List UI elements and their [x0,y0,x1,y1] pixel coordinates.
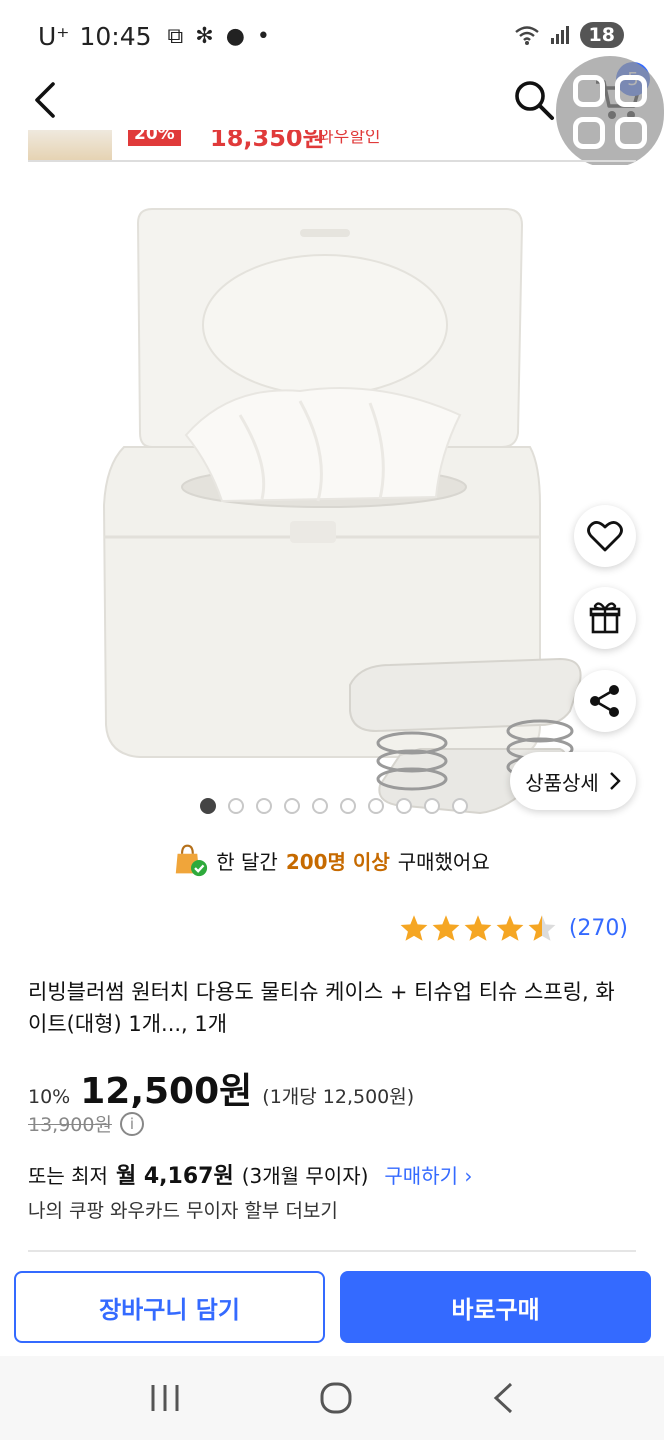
status-left: U⁺ 10:45 ⧉ ✻ ● • [38,22,270,51]
peek-discount-badge: 20% [128,130,181,146]
carrier-label: U⁺ [38,21,70,51]
star-icon [400,915,428,941]
status-time: 10:45 [79,21,152,51]
carousel-dot[interactable] [256,798,272,814]
banner-prefix: 한 달간 [216,849,278,874]
shopping-bag-check-icon [176,844,208,877]
home-icon[interactable] [319,1381,353,1415]
star-rating [399,914,557,942]
fan-icon: ✻ [195,23,214,49]
peek-wow-label: 와우할인 [318,130,381,147]
unit-price: (1개당 12,500원) [262,1086,415,1108]
purchase-count-banner: 한 달간 200명 이상 구매했어요 [0,838,664,882]
product-image-carousel[interactable] [0,165,664,830]
price-row: 10% 12,500원 (1개당 12,500원) [28,1062,414,1114]
back-nav-icon[interactable] [491,1381,515,1415]
search-button[interactable] [510,74,558,126]
search-icon [515,81,554,120]
rating-summary[interactable]: (270) [399,914,628,942]
card-promo-link[interactable]: 나의 쿠팡 와우카드 무이자 할부 더보기 [28,1196,338,1223]
gift-button[interactable] [574,587,636,649]
chevron-right-icon [609,772,621,790]
product-title: 리빙블러썸 원터치 다용도 물티슈 케이스 + 티슈업 티슈 스프링, 화이트(… [28,980,615,1036]
star-icon [432,915,460,941]
installment-amount: 월 4,167원 [115,1164,234,1189]
heart-icon [587,521,623,552]
battery-indicator: 18 [579,22,624,48]
signal-icon [550,26,569,44]
grid-icon-cell [615,75,647,107]
installment-buy-link[interactable]: 구매하기 › [384,1160,472,1189]
carousel-dot[interactable] [228,798,244,814]
carousel-dot[interactable] [396,798,412,814]
banner-highlight: 200명 이상 [285,849,390,874]
chevron-left-icon [35,82,55,118]
wifi-icon [514,26,539,45]
gift-icon [589,602,621,634]
share-icon [590,685,619,717]
divider [28,1250,636,1252]
sale-price: 12,500원 [80,1071,253,1112]
status-bar: U⁺ 10:45 ⧉ ✻ ● • 18 [0,0,664,72]
grid-icon-cell [573,75,605,107]
buy-now-button[interactable]: 바로구매 [340,1271,651,1343]
star-icon [496,915,524,941]
info-icon[interactable]: i [119,1111,144,1136]
carousel-dot[interactable] [368,798,384,814]
sticky-peek-bar[interactable]: 20% 18,350원 와우할인 [28,130,636,162]
c-app-icon: ● [225,23,245,49]
carousel-dot[interactable] [452,798,468,814]
product-detail-label: 상품상세 [525,770,599,795]
add-to-cart-button[interactable]: 장바구니 담기 [14,1271,325,1343]
status-right: 18 [514,22,624,48]
carousel-dot[interactable] [312,798,328,814]
original-price-row: 13,900원 i [28,1110,144,1137]
review-count[interactable]: (270) [569,916,628,941]
screenshot-icon: ⧉ [167,23,184,49]
product-detail-button[interactable]: 상품상세 [510,752,636,810]
half-star-icon [528,915,556,941]
notification-icons: ⧉ ✻ ● • [168,24,270,49]
discount-rate: 10% [28,1086,71,1108]
banner-suffix: 구매했어요 [397,849,490,874]
carousel-dot[interactable] [200,798,216,814]
carousel-dot[interactable] [340,798,356,814]
carousel-dot[interactable] [284,798,300,814]
wishlist-button[interactable] [574,505,636,567]
more-dot-icon: • [256,23,270,49]
share-button[interactable] [574,670,636,732]
system-nav-bar [0,1356,664,1440]
recent-apps-icon[interactable] [149,1383,181,1413]
original-price: 13,900원 [28,1114,112,1136]
installment-months: (3개월 무이자) [241,1163,369,1188]
peek-price: 18,350원 [210,130,325,152]
carousel-dot[interactable] [424,798,440,814]
installment-prefix: 또는 최저 [28,1163,108,1188]
peek-thumbnail [28,130,112,160]
star-icon [464,915,492,941]
installment-row: 또는 최저 월 4,167원 (3개월 무이자) 구매하기 › [28,1158,472,1190]
product-photo [102,208,582,815]
carousel-dots [200,798,468,814]
back-button[interactable] [22,76,66,124]
